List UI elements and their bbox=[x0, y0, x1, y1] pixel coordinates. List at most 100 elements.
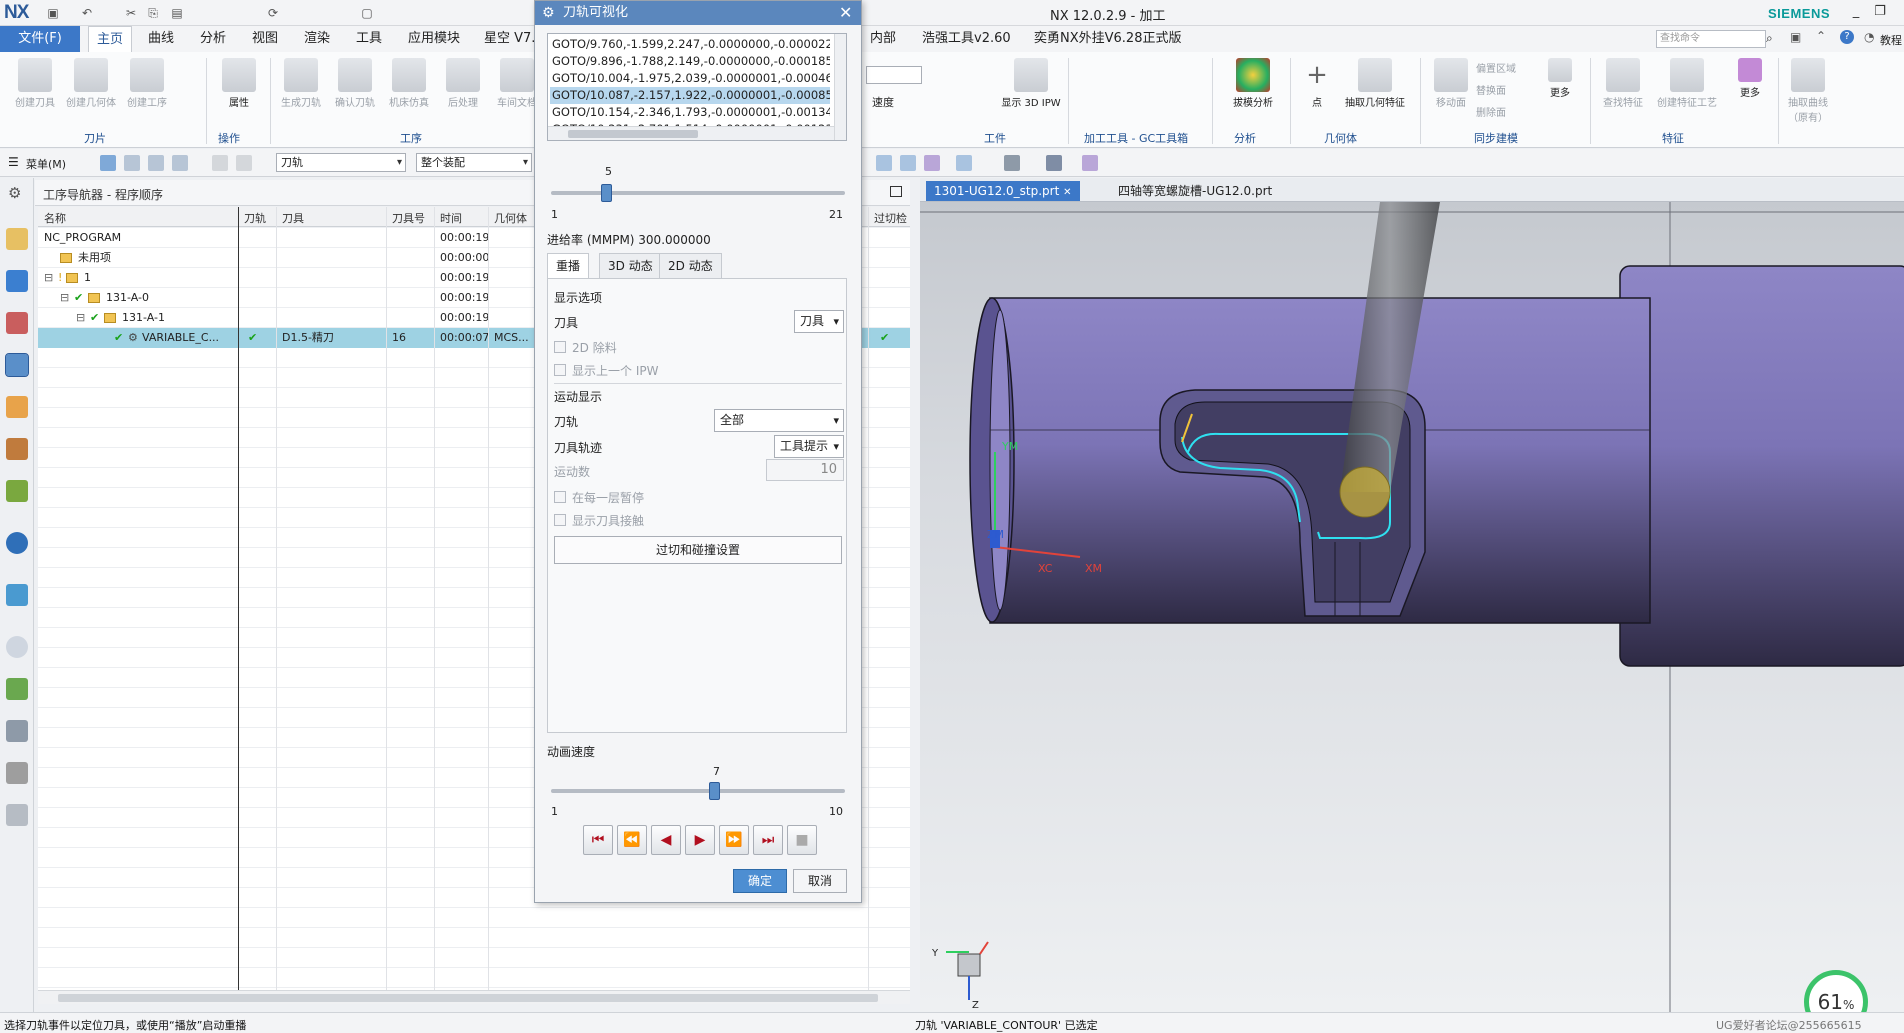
replace-face-item[interactable]: 替换面 bbox=[1476, 82, 1506, 97]
fast-forward-to-end-icon[interactable]: ⏭ bbox=[753, 825, 783, 855]
repeat-command-icon[interactable]: ⟳ bbox=[266, 6, 280, 20]
goto-line[interactable]: GOTO/10.004,-1.975,2.039,-0.0000001,-0.0… bbox=[550, 70, 830, 87]
nav-view-icon[interactable] bbox=[148, 155, 164, 171]
maximize-icon[interactable] bbox=[890, 186, 902, 197]
collapse-icon[interactable]: ⊟ bbox=[44, 268, 53, 288]
model-view[interactable]: YM ZM XC XM Y Z bbox=[920, 202, 1904, 1012]
menu-icon[interactable]: ☰ bbox=[8, 155, 19, 169]
goto-line-selected[interactable]: GOTO/10.087,-2.157,1.922,-0.0000001,-0.0… bbox=[550, 87, 830, 104]
clock-icon[interactable] bbox=[6, 636, 28, 658]
more-feature-button[interactable]: 更多 bbox=[1730, 58, 1770, 99]
reuse-library-icon[interactable] bbox=[6, 480, 28, 502]
step-forward-icon[interactable]: ⏩ bbox=[719, 825, 749, 855]
view-triad-cube[interactable] bbox=[957, 953, 981, 977]
tab-part-spiral[interactable]: 四轴等宽螺旋槽-UG12.0.prt bbox=[1110, 181, 1280, 201]
render-icon[interactable] bbox=[1082, 155, 1098, 171]
tab-2d-dynamic[interactable]: 2D 动态 bbox=[659, 253, 722, 279]
play-icon[interactable]: ▶ bbox=[685, 825, 715, 855]
command-search-input[interactable]: 查找命令 bbox=[1656, 30, 1766, 48]
create-feature-process-button[interactable]: 创建特征工艺 bbox=[1652, 58, 1722, 109]
roles-icon[interactable] bbox=[6, 804, 28, 826]
nav-view-icon[interactable] bbox=[124, 155, 140, 171]
chevron-up-icon[interactable]: ⌃ bbox=[1816, 29, 1826, 43]
tab-3d-dynamic[interactable]: 3D 动态 bbox=[599, 253, 662, 279]
minimize-icon[interactable]: _ bbox=[1846, 4, 1866, 22]
tab-analysis[interactable]: 分析 bbox=[192, 26, 234, 52]
extract-curve-button[interactable]: 抽取曲线（原有） bbox=[1780, 58, 1836, 124]
speed-combo[interactable] bbox=[866, 66, 922, 84]
ok-button[interactable]: 确定 bbox=[733, 869, 787, 893]
scroll-thumb[interactable] bbox=[568, 130, 698, 138]
extract-geometry-button[interactable]: 抽取几何特征 bbox=[1340, 58, 1410, 109]
postprocess-button[interactable]: 后处理 bbox=[436, 58, 490, 109]
tab-tools[interactable]: 工具 bbox=[348, 26, 390, 52]
machine-tool-navigator-icon[interactable] bbox=[6, 396, 28, 418]
goto-line[interactable]: GOTO/10.154,-2.346,1.793,-0.0000001,-0.0… bbox=[550, 104, 830, 121]
goto-line[interactable]: GOTO/9.896,-1.788,2.149,-0.0000000,-0.00… bbox=[550, 53, 830, 70]
view-icon[interactable] bbox=[1004, 155, 1020, 171]
col-tool[interactable]: 刀具 bbox=[282, 210, 304, 226]
select-icon[interactable] bbox=[212, 155, 228, 171]
cut-icon[interactable]: ✂ bbox=[124, 6, 138, 20]
show-3d-ipw-button[interactable]: 显示 3D IPW bbox=[996, 58, 1066, 109]
col-name[interactable]: 名称 bbox=[44, 210, 66, 226]
tab-render[interactable]: 渲染 bbox=[296, 26, 338, 52]
view-icon[interactable] bbox=[956, 155, 972, 171]
cancel-button[interactable]: 取消 bbox=[793, 869, 847, 893]
rewind-to-start-icon[interactable]: ⏮ bbox=[583, 825, 613, 855]
col-tool-number[interactable]: 刀具号 bbox=[392, 210, 425, 226]
position-slider-thumb[interactable] bbox=[601, 184, 612, 202]
offset-region-item[interactable]: 偏置区域 bbox=[1476, 60, 1516, 75]
speed-slider[interactable] bbox=[551, 789, 845, 793]
process-icon[interactable] bbox=[6, 762, 28, 784]
machine-simulation-button[interactable]: 机床仿真 bbox=[382, 58, 436, 109]
snap-icon[interactable] bbox=[876, 155, 892, 171]
speed-slider-thumb[interactable] bbox=[709, 782, 720, 800]
find-feature-button[interactable]: 查找特征 bbox=[1596, 58, 1650, 109]
scroll-thumb[interactable] bbox=[58, 994, 878, 1002]
trace-select[interactable]: 工具提示 bbox=[774, 435, 844, 458]
window-icon[interactable]: ▢ bbox=[360, 6, 374, 20]
web-browser-icon[interactable] bbox=[6, 532, 28, 554]
create-geometry-button[interactable]: 创建几何体 bbox=[64, 58, 118, 109]
tab-yiyong[interactable]: 奕勇NX外挂V6.28正式版 bbox=[1026, 26, 1189, 52]
nav-view-icon[interactable] bbox=[172, 155, 188, 171]
copy-icon[interactable]: ⎘ bbox=[146, 6, 160, 20]
shaft-step-large[interactable] bbox=[1619, 265, 1904, 667]
tab-view[interactable]: 视图 bbox=[244, 26, 286, 52]
gouge-collision-button[interactable]: 过切和碰撞设置 bbox=[554, 536, 842, 564]
position-slider[interactable] bbox=[551, 191, 845, 195]
navigator-hscrollbar[interactable] bbox=[38, 990, 910, 1004]
select-icon[interactable] bbox=[236, 155, 252, 171]
tab-curve[interactable]: 曲线 bbox=[140, 26, 182, 52]
more-sync-button[interactable]: 更多 bbox=[1540, 58, 1580, 99]
col-toolpath[interactable]: 刀轨 bbox=[244, 210, 266, 226]
col-geometry[interactable]: 几何体 bbox=[494, 210, 527, 226]
step-back-icon[interactable]: ⏪ bbox=[617, 825, 647, 855]
type-filter-select[interactable]: 刀轨 bbox=[276, 153, 406, 172]
goto-list[interactable]: GOTO/9.760,-1.599,2.247,-0.0000000,-0.00… bbox=[547, 33, 847, 141]
tab-haoqiang[interactable]: 浩强工具v2.60 bbox=[914, 26, 1019, 52]
move-face-button[interactable]: 移动面 bbox=[1424, 58, 1478, 109]
list-vscrollbar[interactable] bbox=[834, 34, 846, 140]
tab-home[interactable]: 主页 bbox=[88, 26, 133, 52]
col-time[interactable]: 时间 bbox=[440, 210, 462, 226]
undo-icon[interactable]: ↶ bbox=[80, 6, 94, 20]
paste-icon[interactable]: ▤ bbox=[170, 6, 184, 20]
snap-icon[interactable] bbox=[900, 155, 916, 171]
stop-icon[interactable]: ■ bbox=[787, 825, 817, 855]
point-button[interactable]: + 点 bbox=[1300, 58, 1334, 109]
collapse-icon[interactable]: ⊟ bbox=[60, 288, 69, 308]
constraint-navigator-icon[interactable] bbox=[6, 312, 28, 334]
delete-face-item[interactable]: 删除面 bbox=[1476, 104, 1506, 119]
create-operation-button[interactable]: 创建工序 bbox=[120, 58, 174, 109]
save-icon[interactable]: ▣ bbox=[46, 6, 60, 20]
scope-select[interactable]: 整个装配 bbox=[416, 153, 532, 172]
goto-line[interactable]: GOTO/9.760,-1.599,2.247,-0.0000000,-0.00… bbox=[550, 36, 830, 53]
tutorial-label[interactable]: 教程 bbox=[1880, 32, 1902, 48]
close-icon[interactable]: ✕ bbox=[1063, 187, 1071, 198]
machining-feature-icon[interactable] bbox=[6, 438, 28, 460]
tab-replay[interactable]: 重播 bbox=[547, 253, 590, 279]
checkbox-show-contact[interactable] bbox=[554, 514, 566, 526]
collapse-icon[interactable]: ⊟ bbox=[76, 308, 85, 328]
